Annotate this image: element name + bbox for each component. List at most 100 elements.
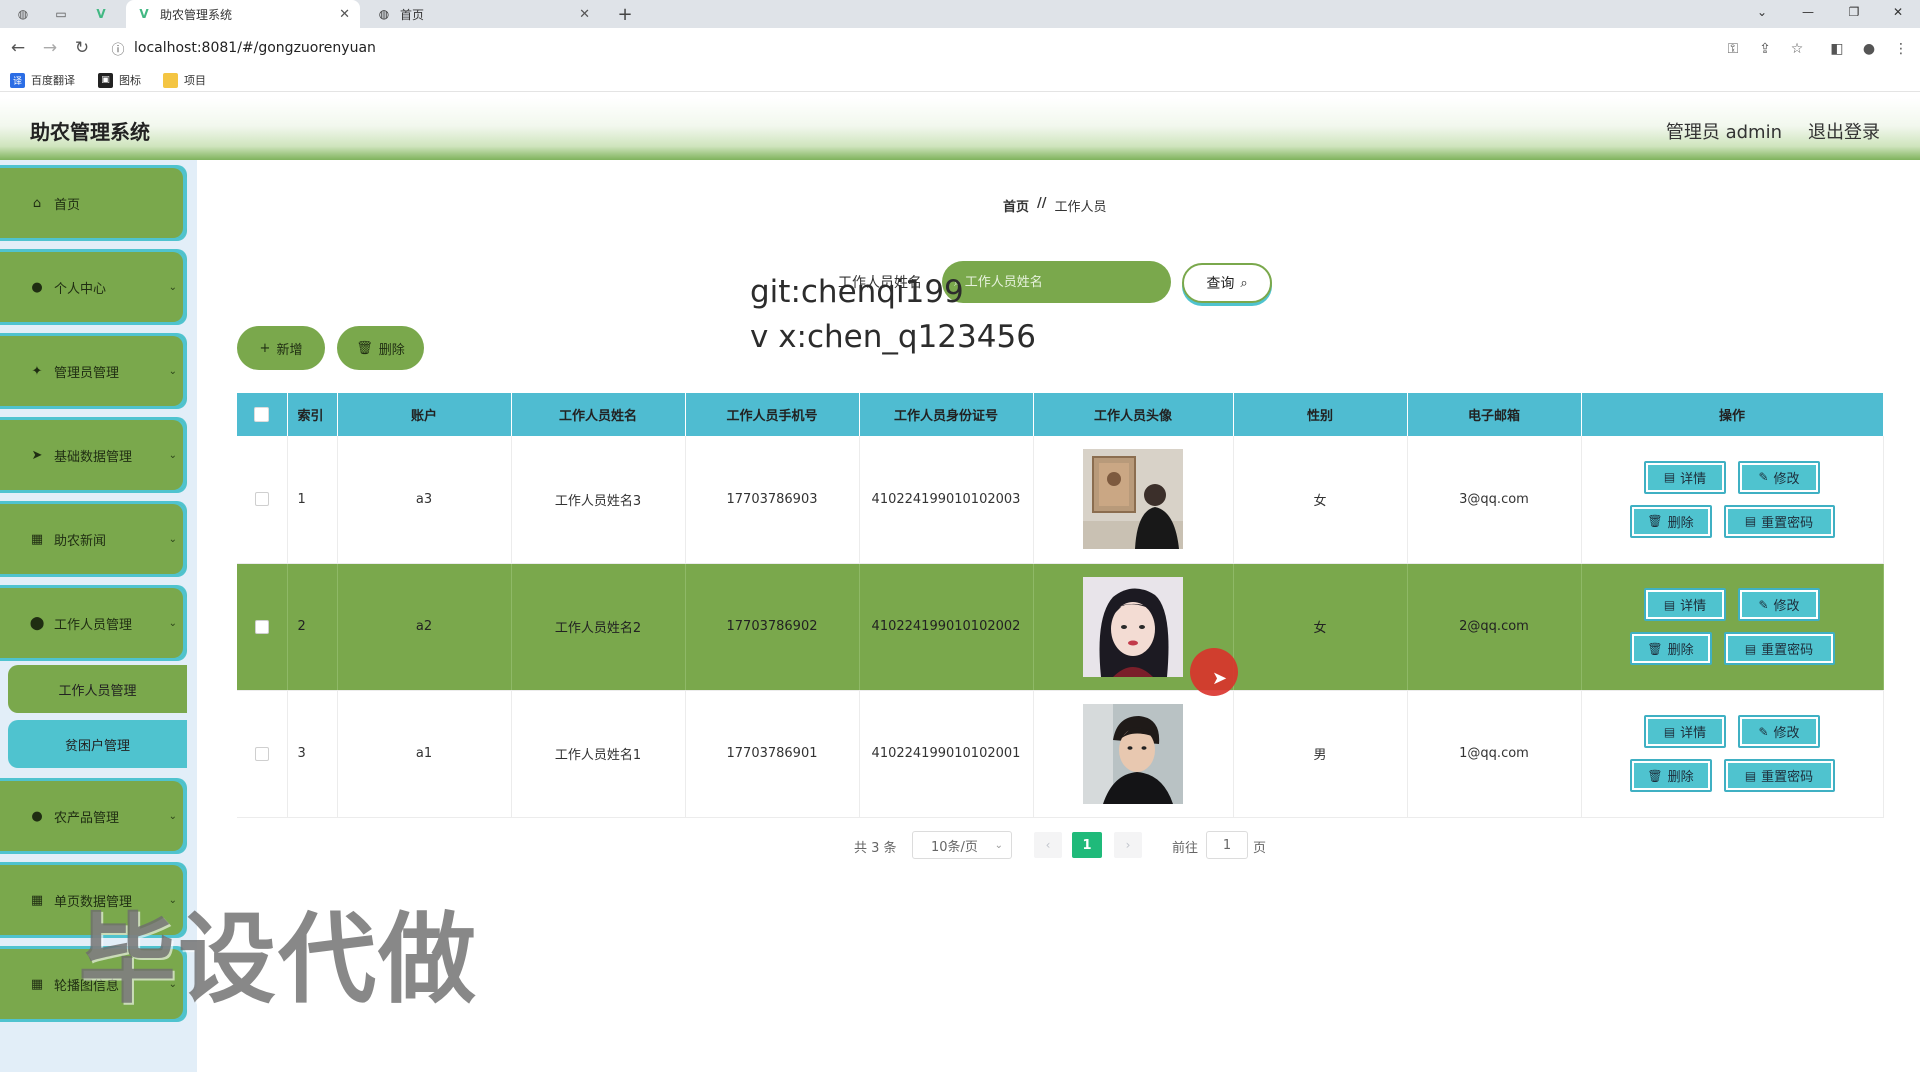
tab-title: 助农管理系统 (160, 7, 233, 22)
detail-button[interactable]: ▤ 详情 (1644, 460, 1726, 494)
bulk-delete-button[interactable]: 🗑 删除 (337, 326, 424, 370)
table-row[interactable]: 3 a1 工作人员姓名1 17703786901 410224199010102… (237, 690, 1884, 818)
page-number-button[interactable]: 1 (1072, 832, 1102, 858)
bookmark-icons[interactable]: ▣ 图标 (98, 71, 141, 89)
forward-icon[interactable]: → (38, 36, 62, 60)
vue-logo-icon[interactable]: V (84, 0, 118, 28)
bookmarks-bar: 译 百度翻译 ▣ 图标 项目 (0, 68, 1920, 92)
search-input[interactable] (964, 274, 1145, 290)
cell-avatar (1033, 690, 1234, 818)
prev-page-button[interactable]: ‹ (1034, 832, 1062, 858)
column-header: 工作人员身份证号 (859, 393, 1034, 436)
cell-gender: 男 (1233, 690, 1408, 818)
send-icon: ➤ (31, 447, 43, 463)
trash-icon: 🗑 (1647, 641, 1663, 656)
admin-icon: ✦ (31, 363, 43, 379)
sidepanel-icon[interactable]: ◧ (1826, 38, 1848, 60)
sidebar-item-base-data[interactable]: ➤ 基础数据管理 ⌄ (0, 420, 187, 490)
sidebar-item-staff-mgmt[interactable]: ⬤ 工作人员管理 ⌄ (0, 588, 187, 658)
column-header: 工作人员手机号 (685, 393, 860, 436)
row-checkbox[interactable] (254, 492, 269, 507)
select-all-checkbox[interactable] (254, 407, 270, 422)
detail-label: 详情 (1680, 599, 1707, 614)
bookmark-project[interactable]: 项目 (163, 71, 206, 89)
reset-password-button[interactable]: ▤ 重置密码 (1723, 632, 1835, 665)
sidebar-subitem-staff[interactable]: 工作人员管理 (8, 665, 187, 713)
grid-icon: ▦ (30, 976, 44, 992)
globe-icon[interactable]: ◍ (6, 0, 40, 28)
browser-tab-bar: ◍ ▭ V V 助农管理系统 ✕ ◍ 首页 ✕ + ⌄ — ❐ ✕ (0, 0, 1920, 28)
blank-page-icon[interactable]: ▭ (44, 0, 78, 28)
add-button[interactable]: + 新增 (237, 326, 325, 370)
star-icon[interactable]: ☆ (1786, 38, 1808, 60)
more-icon[interactable]: ⋮ (1890, 38, 1912, 60)
edit-label: 修改 (1773, 726, 1800, 741)
restore-icon[interactable]: ❐ (1834, 0, 1874, 24)
breadcrumb-home[interactable]: 首页 (1003, 196, 1029, 215)
query-button[interactable]: 查询 ⌕ (1182, 263, 1272, 303)
share-icon[interactable]: ⇪ (1754, 38, 1776, 60)
row-checkbox[interactable] (254, 746, 269, 761)
edit-button[interactable]: ✎ 修改 (1738, 460, 1820, 494)
cell-index: 2 (287, 563, 338, 691)
delete-button[interactable]: 🗑 删除 (1629, 759, 1712, 792)
add-button-label: 新增 (276, 342, 303, 358)
document-icon: ▤ (1663, 597, 1676, 612)
delete-button[interactable]: 🗑 删除 (1629, 504, 1712, 538)
avatar-photo-3[interactable] (1083, 703, 1183, 804)
edit-button[interactable]: ✎ 修改 (1738, 588, 1820, 621)
sidebar-subitem-poor-households[interactable]: 贫困户管理 (8, 720, 187, 768)
tab-app[interactable]: V 助农管理系统 ✕ (126, 0, 360, 28)
sidebar-item-home[interactable]: ⌂ 首页 (0, 168, 187, 238)
key-icon[interactable]: ⚿ (1722, 38, 1744, 60)
avatar-photo-1[interactable] (1083, 449, 1183, 550)
delete-button[interactable]: 🗑 删除 (1629, 632, 1712, 665)
folder-icon (163, 72, 178, 88)
avatar-photo-2[interactable] (1083, 576, 1183, 677)
table-row[interactable]: 2 a2 工作人员姓名2 17703786902 410224199010102… (237, 563, 1884, 691)
reset-password-button[interactable]: ▤ 重置密码 (1723, 504, 1835, 538)
detail-button[interactable]: ▤ 详情 (1644, 715, 1726, 748)
minimize-icon[interactable]: — (1788, 0, 1828, 24)
back-icon[interactable]: ← (6, 36, 30, 60)
sidebar-item-label: 首页 (54, 197, 81, 213)
page-size-select[interactable]: 10条/页 ⌄ (912, 831, 1012, 859)
plus-icon: + (259, 340, 271, 356)
row-actions-bottom: 🗑 删除 ▤ 重置密码 (1629, 504, 1835, 538)
query-button-label: 查询 (1206, 276, 1235, 292)
close-window-icon[interactable]: ✕ (1878, 0, 1918, 24)
detail-button[interactable]: ▤ 详情 (1644, 588, 1726, 621)
row-checkbox[interactable] (254, 619, 269, 634)
tab-home[interactable]: ◍ 首页 ✕ (366, 0, 600, 28)
chevron-down-icon: ⌄ (168, 449, 177, 461)
chevron-down-icon[interactable]: ⌄ (1742, 0, 1782, 24)
logout-link[interactable]: 退出登录 (1808, 118, 1880, 144)
reset-password-label: 重置密码 (1761, 515, 1814, 531)
cell-name: 工作人员姓名1 (511, 690, 686, 818)
chevron-down-icon: ⌄ (168, 533, 177, 545)
url-field[interactable]: ⓘ localhost:8081/#/gongzuorenyuan (108, 34, 1748, 62)
reset-password-button[interactable]: ▤ 重置密码 (1723, 759, 1835, 792)
close-icon[interactable]: ✕ (339, 7, 350, 22)
info-icon[interactable]: ⓘ (108, 38, 128, 58)
search-input-wrap[interactable]: ⌕ (942, 261, 1171, 303)
bookmark-label: 图标 (119, 74, 141, 87)
sidebar-item-personal-center[interactable]: ● 个人中心 ⌄ (0, 252, 187, 322)
reset-password-label: 重置密码 (1761, 643, 1814, 658)
close-icon[interactable]: ✕ (579, 7, 590, 22)
next-page-button[interactable]: › (1114, 832, 1142, 858)
profile-icon[interactable]: ● (1858, 38, 1880, 60)
cell-avatar (1033, 436, 1234, 564)
table-row[interactable]: 1 a3 工作人员姓名3 17703786903 410224199010102… (237, 436, 1884, 564)
reload-icon[interactable]: ↻ (70, 36, 94, 60)
delete-label: 删除 (1667, 515, 1694, 531)
new-tab-button[interactable]: + (612, 0, 638, 28)
bookmark-translate[interactable]: 译 百度翻译 (10, 71, 75, 89)
user-icon: ● (31, 808, 43, 824)
sidebar-item-admin-mgmt[interactable]: ✦ 管理员管理 ⌄ (0, 336, 187, 406)
goto-page-input[interactable]: 1 (1206, 831, 1248, 859)
sidebar-item-label: 基础数据管理 (54, 449, 133, 465)
edit-button[interactable]: ✎ 修改 (1738, 715, 1820, 748)
column-header: 电子邮箱 (1407, 393, 1582, 436)
sidebar-item-news[interactable]: ▦ 助农新闻 ⌄ (0, 504, 187, 574)
